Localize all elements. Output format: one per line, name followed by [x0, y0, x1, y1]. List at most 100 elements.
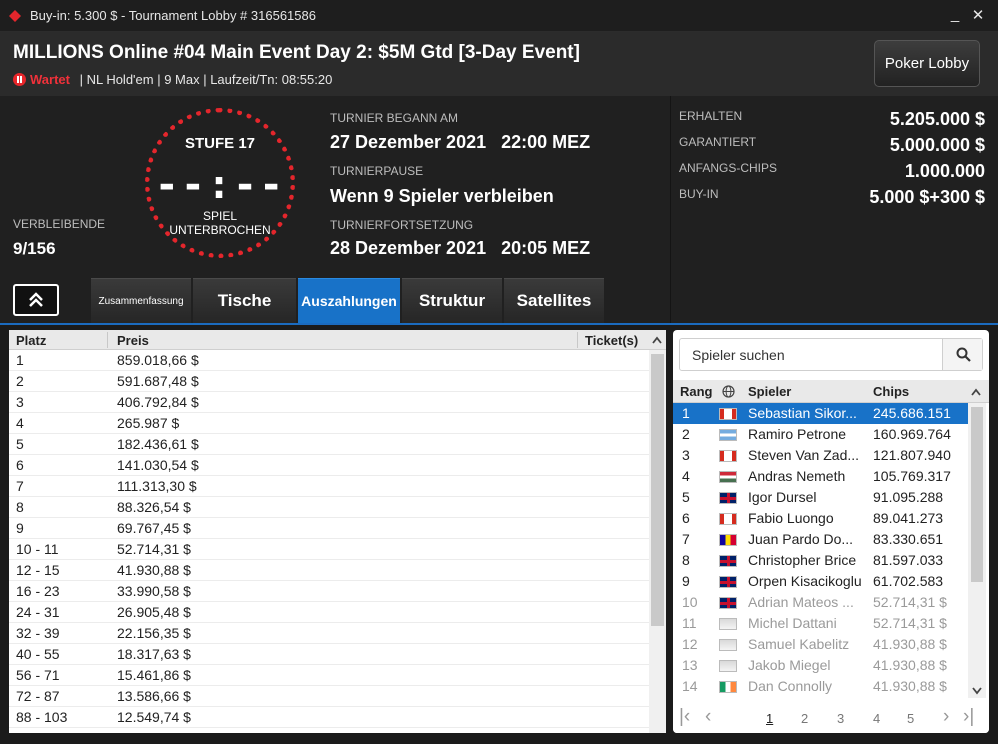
payout-scrollbar[interactable]	[649, 350, 666, 733]
payout-row: 40 - 55 18.317,63 $	[9, 644, 649, 665]
player-chips: 121.807.940	[873, 447, 951, 463]
globe-icon[interactable]	[722, 385, 735, 398]
page-3[interactable]: 3	[837, 711, 844, 726]
payout-row: 88 - 103 12.549,74 $	[9, 707, 649, 728]
player-name: Fabio Luongo	[748, 510, 834, 526]
pause-value: Wenn 9 Spieler verbleiben	[330, 186, 554, 206]
flag-icon	[719, 618, 737, 630]
flag-icon	[719, 513, 737, 525]
prize-value: 5.205.000 $	[889, 109, 985, 129]
player-rank: 8	[682, 552, 690, 568]
payout-place: 9	[16, 520, 24, 536]
title-bar: Buy-in: 5.300 $ - Tournament Lobby # 316…	[0, 0, 998, 32]
player-row[interactable]: 12 Samuel Kabelitz 41.930,88 $	[673, 634, 968, 655]
column-player[interactable]: Spieler	[748, 384, 791, 399]
player-row[interactable]: 6 Fabio Luongo 89.041.273	[673, 508, 968, 529]
payout-row: 72 - 87 13.586,66 $	[9, 686, 649, 707]
search-icon	[956, 347, 971, 362]
payout-prize: 15.461,86 $	[117, 667, 191, 683]
player-chips: 245.686.151	[873, 405, 951, 421]
poker-lobby-button[interactable]: Poker Lobby	[874, 40, 980, 87]
payout-place: 3	[16, 394, 24, 410]
player-name: Orpen Kisacikoglu	[748, 573, 862, 589]
tab-payouts[interactable]: Auszahlungen	[298, 278, 400, 323]
column-chips[interactable]: Chips	[873, 384, 909, 399]
scroll-down-icon[interactable]	[972, 687, 982, 695]
search-button[interactable]	[942, 339, 982, 370]
clock-state: SPIEL UNTERBROCHEN	[169, 209, 271, 237]
player-row[interactable]: 8 Christopher Brice 81.597.033	[673, 550, 968, 571]
scrollbar-thumb[interactable]	[971, 407, 983, 582]
first-page-icon[interactable]: |‹	[679, 706, 690, 728]
buyin-value: 5.000 $+300 $	[869, 187, 985, 207]
column-tickets[interactable]: Ticket(s)	[585, 333, 638, 348]
player-row[interactable]: 9 Orpen Kisacikoglu 61.702.583	[673, 571, 968, 592]
player-rank: 10	[682, 594, 698, 610]
player-row[interactable]: 2 Ramiro Petrone 160.969.764	[673, 424, 968, 445]
tab-summary[interactable]: Zusammenfassung	[91, 278, 191, 323]
remaining-label: VERBLEIBENDE	[13, 217, 106, 231]
scroll-up-icon[interactable]	[971, 388, 981, 396]
column-prize[interactable]: Preis	[117, 333, 149, 348]
close-button[interactable]: ✕	[968, 6, 988, 24]
payout-row: 3 406.792,84 $	[9, 392, 649, 413]
prev-page-icon[interactable]: ‹	[705, 706, 711, 728]
page-5[interactable]: 5	[907, 711, 914, 726]
column-rank[interactable]: Rang	[680, 384, 713, 399]
player-row[interactable]: 7 Juan Pardo Do... 83.330.651	[673, 529, 968, 550]
page-1[interactable]: 1	[766, 711, 773, 726]
player-row[interactable]: 10 Adrian Mateos ... 52.714,31 $	[673, 592, 968, 613]
payout-prize: 33.990,58 $	[117, 583, 191, 599]
payout-prize: 265.987 $	[117, 415, 180, 431]
minimize-button[interactable]: _	[945, 6, 965, 23]
player-name: Dan Connolly	[748, 678, 833, 694]
player-chips: 41.930,88 $	[873, 678, 947, 694]
player-row[interactable]: 13 Jakob Miegel 41.930,88 $	[673, 655, 968, 676]
player-row[interactable]: 11 Michel Dattani 52.714,31 $	[673, 613, 968, 634]
player-rank: 9	[682, 573, 690, 589]
tournament-header: MILLIONS Online #04 Main Event Day 2: $5…	[0, 32, 998, 96]
payout-row: 2 591.687,48 $	[9, 371, 649, 392]
payout-prize: 12.549,74 $	[117, 709, 191, 725]
tab-satellites[interactable]: Satellites	[504, 278, 604, 323]
guaranteed-label: GARANTIERT	[679, 135, 757, 149]
buyin-label: BUY-IN	[679, 187, 719, 201]
player-row[interactable]: 1 Sebastian Sikor... 245.686.151	[673, 403, 968, 424]
last-page-icon[interactable]: ›|	[963, 706, 974, 728]
payout-row: 7 111.313,30 $	[9, 476, 649, 497]
payout-prize: 111.313,30 $	[117, 478, 197, 494]
player-rank: 6	[682, 510, 690, 526]
scrollbar-thumb[interactable]	[651, 354, 664, 626]
payout-place: 12 - 15	[16, 562, 60, 578]
player-rank: 1	[682, 405, 690, 421]
players-scrollbar[interactable]	[968, 403, 986, 698]
payout-place: 32 - 39	[16, 625, 60, 641]
players-panel: Rang Spieler Chips 1Sebastian Sikor...24…	[673, 330, 989, 733]
player-row[interactable]: 14 Dan Connolly 41.930,88 $	[673, 676, 968, 697]
player-chips: 83.330.651	[873, 531, 944, 547]
guaranteed-value: 5.000.000 $	[889, 135, 985, 155]
player-row[interactable]: 5 Igor Dursel 91.095.288	[673, 487, 968, 508]
payout-header: Platz Preis Ticket(s)	[9, 330, 666, 350]
player-name: Adrian Mateos ...	[748, 594, 854, 610]
collapse-button[interactable]	[13, 284, 59, 316]
payout-prize: 591.687,48 $	[117, 373, 199, 389]
scroll-up-icon[interactable]	[652, 336, 662, 344]
start-value: 27 Dezember 2021 22:00 MEZ	[330, 132, 591, 152]
player-rank: 7	[682, 531, 690, 547]
player-search-input[interactable]	[680, 339, 942, 370]
tab-structure[interactable]: Struktur	[402, 278, 502, 323]
player-name: Andras Nemeth	[748, 468, 846, 484]
player-row[interactable]: 4 Andras Nemeth 105.769.317	[673, 466, 968, 487]
tab-tables[interactable]: Tische	[193, 278, 296, 323]
payout-row: 5 182.436,61 $	[9, 434, 649, 455]
payout-prize: 406.792,84 $	[117, 394, 199, 410]
player-name: Michel Dattani	[748, 615, 837, 631]
payout-place: 88 - 103	[16, 709, 68, 725]
page-2[interactable]: 2	[801, 711, 808, 726]
page-4[interactable]: 4	[873, 711, 880, 726]
payout-prize: 182.436,61 $	[117, 436, 199, 452]
next-page-icon[interactable]: ›	[943, 706, 949, 728]
column-place[interactable]: Platz	[16, 333, 46, 348]
player-row[interactable]: 3 Steven Van Zad... 121.807.940	[673, 445, 968, 466]
